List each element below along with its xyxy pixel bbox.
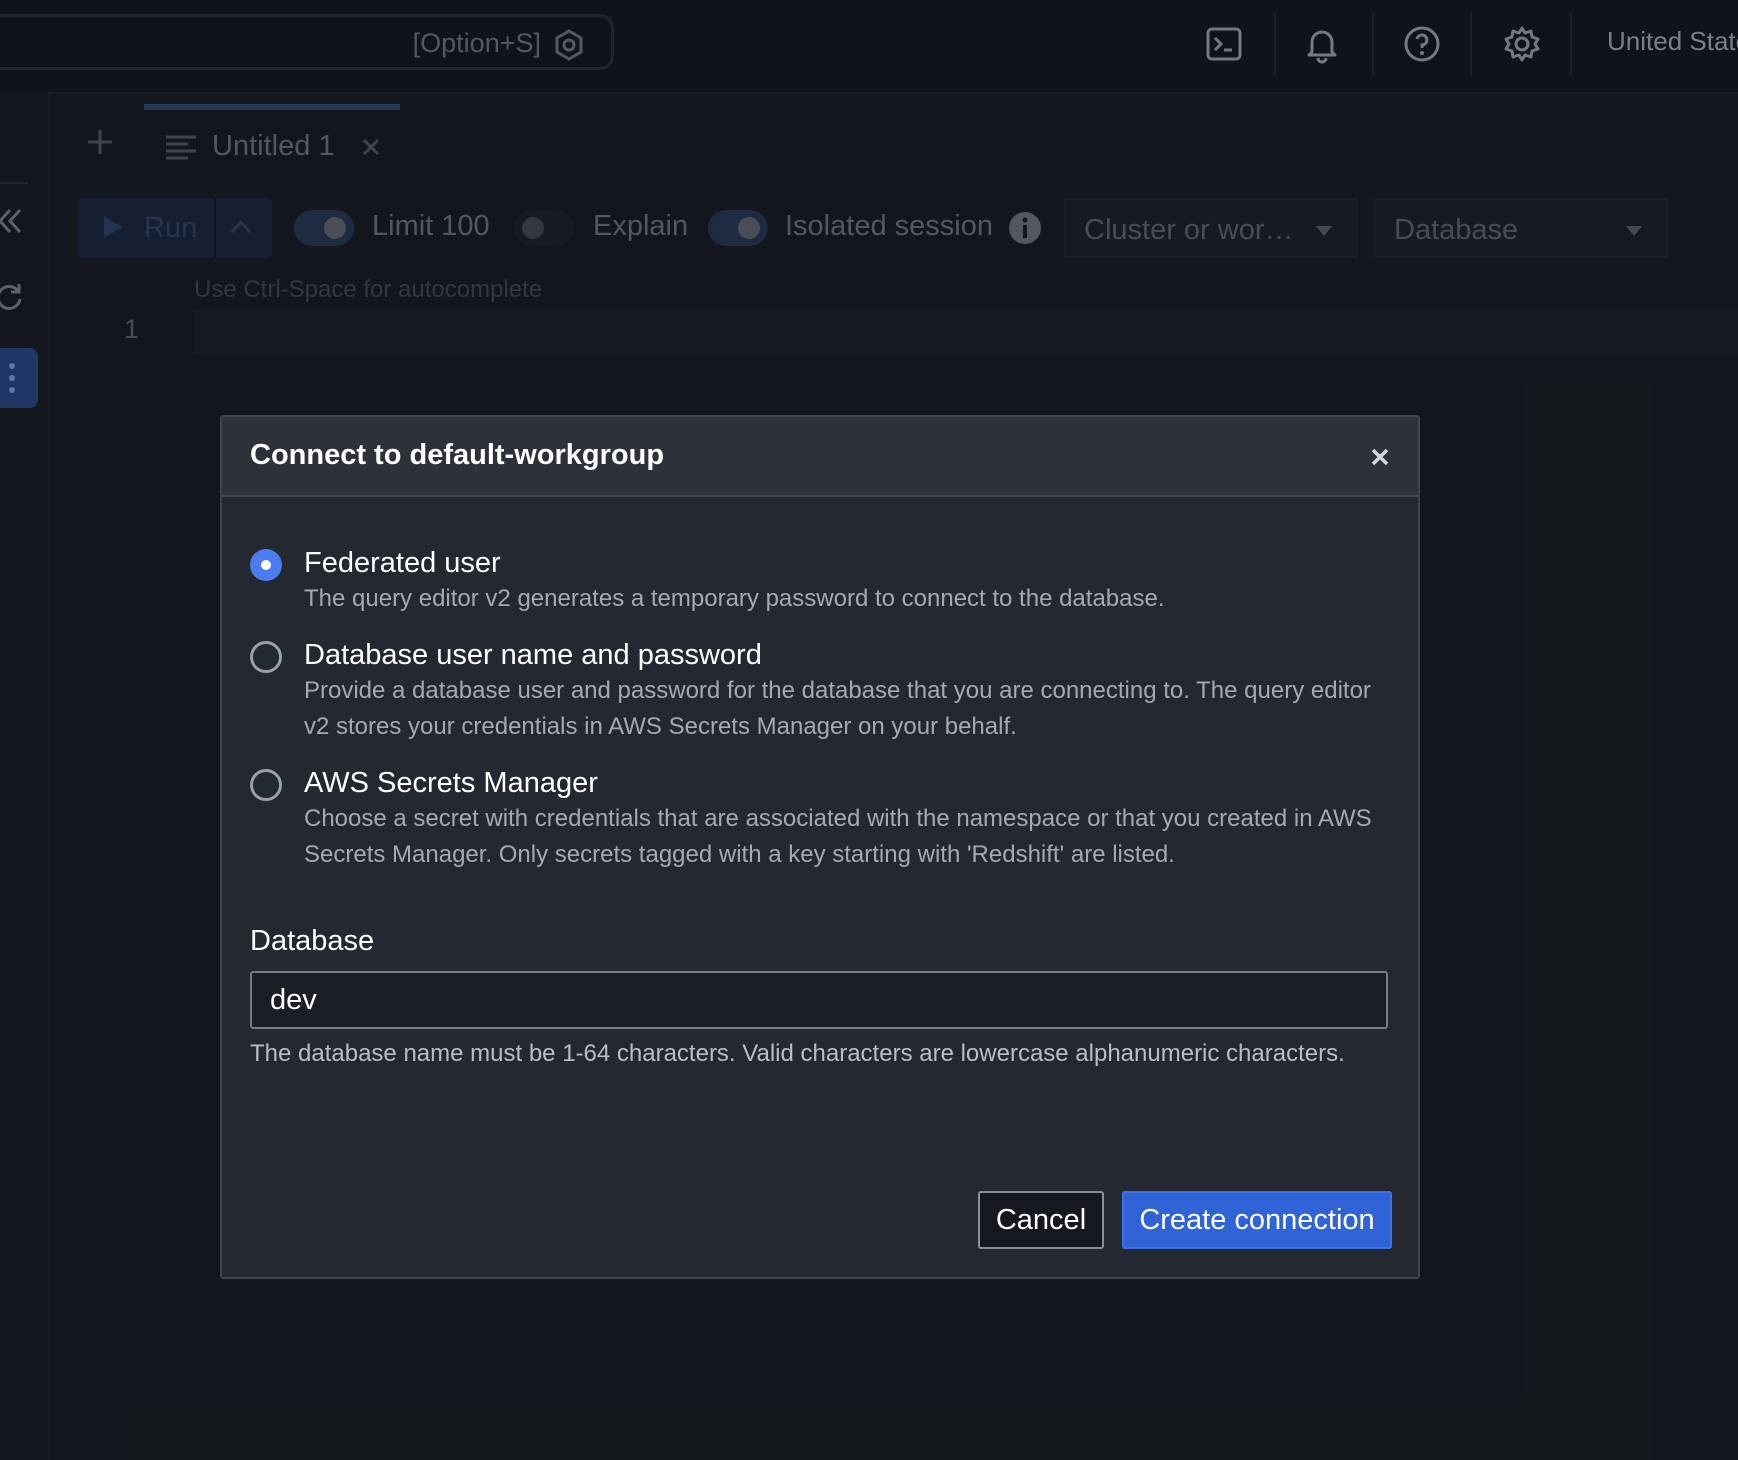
close-icon[interactable]	[1370, 447, 1390, 467]
database-name-input[interactable]	[250, 971, 1388, 1029]
option-description-federated-user: The query editor v2 generates a temporar…	[304, 585, 1165, 612]
option-label-aws-secrets-manager[interactable]: AWS Secrets Manager	[304, 767, 598, 800]
create-connection-button[interactable]: Create connection	[1122, 1191, 1392, 1249]
database-field-hint: The database name must be 1-64 character…	[250, 1040, 1345, 1067]
cancel-button[interactable]: Cancel	[978, 1191, 1104, 1249]
radio-federated-user[interactable]	[250, 549, 282, 581]
database-field-label: Database	[250, 925, 375, 957]
option-label-database-user-password[interactable]: Database user name and password	[304, 639, 762, 672]
option-description-aws-secrets-manager: Choose a secret with credentials that ar…	[304, 805, 1372, 868]
dialog-header: Connect to default-workgroup	[222, 417, 1418, 497]
option-description-database-user-password: Provide a database user and password for…	[304, 677, 1371, 740]
radio-aws-secrets-manager[interactable]	[250, 769, 282, 801]
option-label-federated-user[interactable]: Federated user	[304, 547, 501, 580]
radio-database-user-password[interactable]	[250, 641, 282, 673]
connect-dialog: Connect to default-workgroup Federated u…	[220, 415, 1420, 1279]
dialog-title: Connect to default-workgroup	[250, 439, 665, 471]
